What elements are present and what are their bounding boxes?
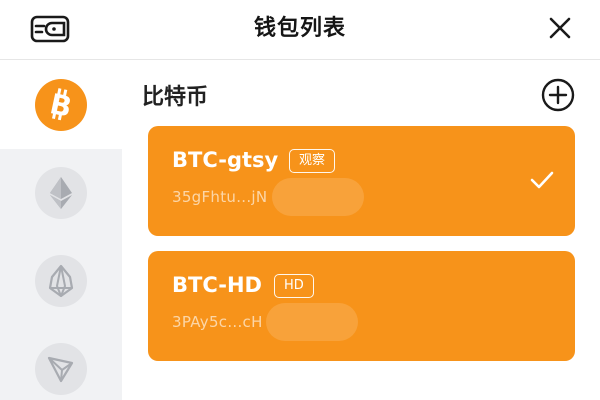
address-blur-mask: [272, 178, 364, 216]
address-blur-mask: [266, 303, 358, 341]
wallet-card-btc-hd[interactable]: BTC-HD HD 3PAy5c...cH: [148, 251, 575, 361]
header-bar: 钱包列表: [0, 0, 600, 60]
add-circle-icon: [541, 78, 575, 112]
section-title: 比特币: [142, 85, 209, 110]
chain-item-bitcoin[interactable]: B: [0, 61, 122, 149]
close-icon: [549, 17, 571, 39]
wallet-card-btc-gtsy[interactable]: BTC-gtsy 观察 35gFhtu...jN: [148, 126, 575, 236]
page-title: 钱包列表: [253, 16, 346, 41]
eos-icon: [35, 255, 87, 307]
chain-item-eos[interactable]: [0, 237, 122, 325]
wallet-address: 35gFhtu...jN: [172, 188, 268, 206]
watch-only-badge: 观察: [289, 149, 336, 173]
chain-sidebar: B: [0, 61, 122, 400]
add-wallet-button[interactable]: [540, 77, 576, 113]
wallet-list-panel: 比特币 BTC-gtsy 观察 35gFhtu...jN BTC-HD HD 3…: [122, 61, 600, 400]
wallet-address: 3PAy5c...cH: [172, 313, 263, 331]
check-icon: [530, 171, 554, 189]
tron-icon: [35, 343, 87, 395]
close-button[interactable]: [538, 6, 582, 50]
wallet-name: BTC-HD: [172, 273, 262, 297]
bitcoin-icon: B: [35, 79, 87, 131]
wallet-name: BTC-gtsy: [172, 148, 279, 172]
ethereum-icon: [35, 167, 87, 219]
chain-item-ethereum[interactable]: [0, 149, 122, 237]
hd-badge: HD: [274, 274, 314, 298]
chain-item-tron[interactable]: [0, 325, 122, 400]
